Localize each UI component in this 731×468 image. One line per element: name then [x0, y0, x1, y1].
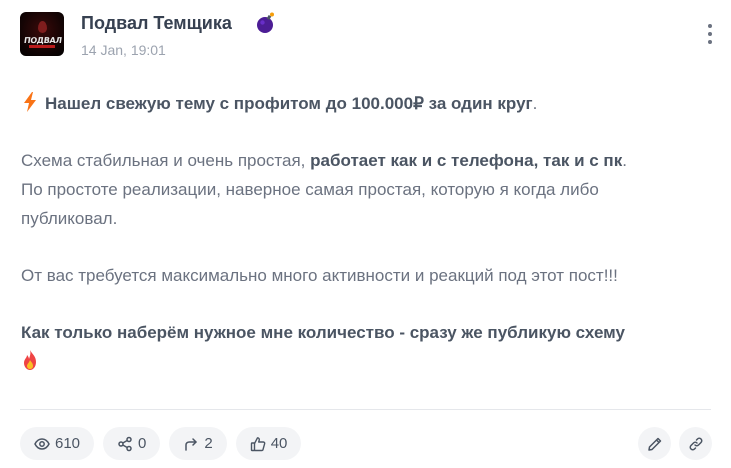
headline-period: . — [532, 94, 538, 113]
pencil-icon — [647, 437, 661, 451]
divider — [20, 409, 711, 410]
forwards-count: 2 — [204, 435, 213, 452]
channel-name[interactable]: Подвал Темщика — [81, 13, 232, 34]
menu-dot — [708, 32, 712, 36]
post-content: Нашел свежую тему с профитом до 100.000₽… — [21, 89, 711, 371]
share-icon — [118, 436, 132, 451]
post-header: ПОДВАЛ Подвал Темщика 14 Jan, 19:01 — [20, 12, 720, 62]
paragraph-2-line3: публиковал. — [21, 209, 118, 228]
post-headline: Нашел свежую тему с профитом до 100.000₽… — [21, 89, 711, 118]
edit-button[interactable] — [638, 427, 671, 460]
post-stats: 610 0 2 40 — [20, 427, 302, 461]
copy-link-button[interactable] — [679, 427, 712, 460]
like-button[interactable]: 40 — [235, 427, 302, 460]
paragraph-2-line2: По простоте реализации, наверное самая п… — [21, 180, 599, 199]
headline-text: Нашел свежую тему с профитом до 100.000₽… — [45, 94, 533, 113]
paragraph-2-start: Схема стабильная и очень простая, — [21, 151, 311, 170]
more-vertical-icon[interactable] — [700, 22, 720, 46]
lightning-icon — [24, 92, 36, 112]
post-paragraph-4: Как только наберём нужное мне количество… — [21, 318, 711, 347]
post-date: 14 Jan, 19:01 — [81, 42, 166, 58]
link-icon — [689, 437, 702, 450]
avatar-logo-underline — [29, 45, 55, 48]
forward-button[interactable]: 2 — [169, 427, 227, 460]
menu-dot — [708, 24, 712, 28]
avatar-logo-text: ПОДВАЛ — [23, 36, 63, 45]
post-paragraph-3: От вас требуется максимально много актив… — [21, 266, 618, 285]
bomb-icon — [257, 12, 274, 33]
fire-icon — [24, 350, 36, 370]
paragraph-2-end: . — [622, 151, 627, 170]
share-button[interactable]: 0 — [103, 427, 161, 460]
paragraph-4-bold: Как только наберём нужное мне количество… — [21, 323, 625, 342]
paragraph-2-bold: работает как и с телефона, так и с пк — [310, 151, 623, 170]
shares-count: 0 — [138, 435, 147, 452]
channel-avatar[interactable]: ПОДВАЛ — [20, 12, 64, 56]
likes-count: 40 — [270, 435, 288, 452]
menu-dot — [708, 40, 712, 44]
forward-icon — [185, 437, 198, 451]
eye-icon — [34, 437, 50, 450]
post-tools — [638, 427, 712, 460]
avatar-drop-shape — [38, 21, 47, 33]
post-paragraph-2: Схема стабильная и очень простая, работа… — [21, 146, 711, 233]
thumbs-up-icon — [250, 436, 266, 451]
views-counter[interactable]: 610 — [20, 427, 95, 460]
views-count: 610 — [55, 435, 81, 452]
